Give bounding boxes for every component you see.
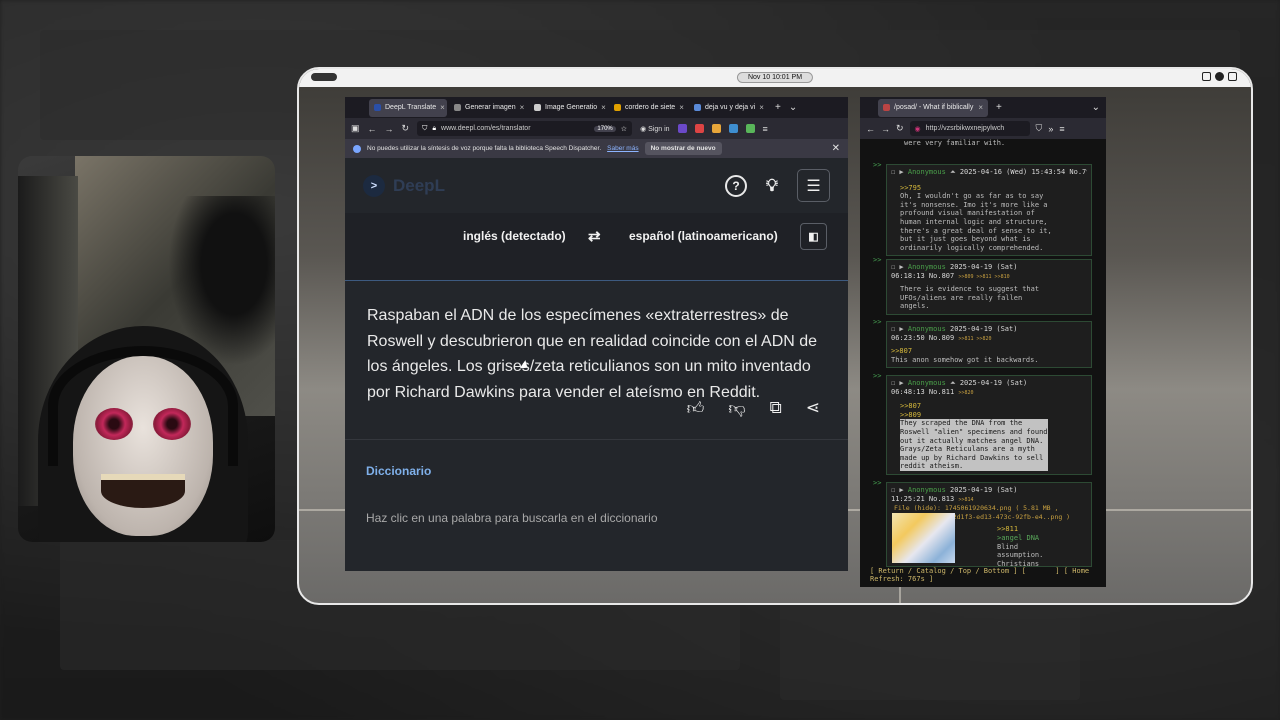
- onion-icon[interactable]: ◉: [915, 125, 921, 133]
- tab-generar-imagen[interactable]: Generar imagen ×: [449, 99, 527, 117]
- overflow-icon[interactable]: »: [1048, 124, 1053, 134]
- deepl-logo[interactable]: > DeepL: [363, 174, 445, 197]
- close-tab-icon[interactable]: ×: [978, 103, 983, 112]
- reload-icon[interactable]: ↻: [896, 123, 904, 134]
- url-bar[interactable]: ⛉ 🔒︎ www.deepl.com/es/translator 170% ☆: [417, 121, 633, 136]
- copy-icon[interactable]: ⧉: [770, 398, 782, 419]
- bookmark-star-icon[interactable]: ☆: [621, 125, 627, 133]
- deepl-header: > DeepL ? 💡︎ ☰: [345, 158, 848, 213]
- zoom-level[interactable]: 170%: [594, 125, 616, 132]
- thread-view: were very familiar with. >> ☐ ▶ Anonymou…: [860, 139, 1106, 587]
- close-icon[interactable]: ✕: [832, 143, 840, 154]
- browser-window-deepl: DeepL Translate × Generar imagen × Image G…: [345, 97, 848, 571]
- extension-icon[interactable]: [711, 124, 721, 133]
- browser-window-imageboard: /posad/ - What if biblically × + ⌄ ← → ↻ …: [860, 97, 1106, 587]
- favicon-icon: [883, 104, 890, 111]
- desktop-window: Nov 10 10:01 PM DeepL Translate × Generar…: [297, 67, 1253, 605]
- lightbulb-icon[interactable]: 💡︎: [761, 175, 783, 197]
- favicon-icon: [454, 104, 461, 111]
- sign-in-button[interactable]: ◉ Sign in: [640, 125, 669, 133]
- system-tray[interactable]: [1202, 72, 1237, 81]
- forward-icon[interactable]: →: [881, 124, 890, 134]
- deepl-page: > DeepL ? 💡︎ ☰ inglés (detectado) ⇄ espa…: [345, 158, 848, 571]
- shield-icon[interactable]: ⛉: [1036, 123, 1043, 134]
- nav-bar: ▣ ← → ↻ ⛉ 🔒︎ www.deepl.com/es/translator…: [345, 118, 848, 139]
- favicon-icon: [534, 104, 541, 111]
- source-text-area[interactable]: [345, 259, 848, 281]
- background-window: [780, 600, 1080, 700]
- tab-list-chevron-icon[interactable]: ⌄: [1092, 102, 1100, 113]
- extension-icon[interactable]: [677, 124, 687, 133]
- headset: [48, 346, 238, 466]
- favicon-icon: [614, 104, 621, 111]
- target-language-selector[interactable]: español (latinoamericano): [629, 229, 778, 243]
- notification-bar: No puedes utilizar la síntesis de voz po…: [345, 139, 848, 158]
- extension-icon[interactable]: [745, 124, 755, 133]
- hamburger-menu-button[interactable]: ☰: [797, 169, 830, 202]
- tab-image-generation[interactable]: Image Generatio ×: [529, 99, 607, 117]
- screen-icon[interactable]: [1202, 72, 1211, 81]
- translation-output[interactable]: Raspaban el ADN de los especímenes «extr…: [345, 281, 848, 485]
- menu-icon[interactable]: ≡: [1059, 124, 1064, 134]
- nav-bar: ← → ↻ ◉ http://vzsrbikwxnejpylwch ⛉ » ≡: [860, 118, 1106, 139]
- source-language-selector[interactable]: inglés (detectado): [463, 229, 566, 243]
- sidebar-icon[interactable]: ▣: [351, 123, 360, 134]
- extension-icon[interactable]: [728, 124, 738, 133]
- network-icon[interactable]: [1215, 72, 1224, 81]
- reload-icon[interactable]: ↻: [402, 123, 410, 134]
- deepl-logo-icon: >: [363, 174, 385, 197]
- shield-icon[interactable]: ⛉: [422, 125, 427, 133]
- lock-icon[interactable]: 🔒︎: [432, 125, 436, 133]
- thumbs-up-icon[interactable]: 👍︎: [687, 398, 705, 419]
- power-icon[interactable]: [1228, 72, 1237, 81]
- toggle-panel-button[interactable]: ◧: [800, 222, 827, 250]
- top-bar: Nov 10 10:01 PM: [299, 69, 1251, 87]
- share-icon[interactable]: ⋖: [806, 398, 820, 419]
- favicon-icon: [694, 104, 701, 111]
- help-icon[interactable]: ?: [725, 174, 747, 197]
- post: ☐ ▶ Anonymous 2025-04-19 (Sat) 06:18:13 …: [886, 259, 1092, 315]
- new-tab-icon[interactable]: +: [996, 102, 1002, 113]
- info-icon: [353, 144, 361, 153]
- dont-show-again-button[interactable]: No mostrar de nuevo: [644, 142, 722, 155]
- tab-bar: /posad/ - What if biblically × + ⌄: [860, 97, 1106, 118]
- tab-deepl[interactable]: DeepL Translate ×: [369, 98, 447, 117]
- post: ☐ ▶ Anonymous 2025-04-19 (Sat) 06:23:50 …: [886, 321, 1092, 369]
- deepl-favicon-icon: [374, 104, 381, 111]
- back-icon[interactable]: ←: [368, 124, 377, 134]
- extension-icon[interactable]: [694, 124, 704, 133]
- webcam-feed: [18, 156, 275, 542]
- thumbs-down-icon[interactable]: 👎︎: [728, 398, 745, 419]
- back-icon[interactable]: ←: [866, 124, 875, 134]
- learn-more-link[interactable]: Saber más: [607, 145, 638, 152]
- selected-text[interactable]: They scraped the DNA from the Roswell "a…: [900, 419, 1048, 471]
- close-tab-icon[interactable]: ×: [520, 103, 525, 112]
- tab-list-chevron-icon[interactable]: ⌄: [789, 102, 797, 113]
- swap-languages-icon[interactable]: ⇄: [588, 227, 601, 245]
- url-bar[interactable]: ◉ http://vzsrbikwxnejpylwch: [909, 121, 1030, 136]
- post: ☐ ▶ Anonymous ⏶ 2025-04-19 (Sat) 06:48:1…: [886, 375, 1092, 475]
- clock[interactable]: Nov 10 10:01 PM: [736, 72, 814, 83]
- new-tab-icon[interactable]: +: [775, 102, 781, 113]
- tab-posad[interactable]: /posad/ - What if biblically ×: [878, 98, 988, 117]
- dictionary-title: Diccionario: [366, 464, 432, 478]
- forward-icon[interactable]: →: [385, 124, 394, 134]
- tab-deja-vu[interactable]: deja vu y deja vi ×: [689, 99, 767, 117]
- activities-button[interactable]: [311, 73, 337, 81]
- dictionary-hint: Haz clic en una palabra para buscarla en…: [366, 511, 658, 525]
- post: ☐ ▶ Anonymous ⏶ 2025-04-16 (Wed) 15:43:5…: [886, 164, 1092, 257]
- language-bar: inglés (detectado) ⇄ español (latinoamer…: [345, 213, 848, 259]
- post-image-thumbnail[interactable]: [892, 513, 955, 563]
- tab-bar: DeepL Translate × Generar imagen × Image G…: [345, 97, 848, 118]
- translation-actions: 👍︎ 👎︎ ⧉ ⋖: [687, 398, 820, 419]
- close-tab-icon[interactable]: ×: [440, 103, 445, 112]
- thread-footer-nav: [ Return / Catalog / Top / Bottom ] [ ] …: [870, 567, 1090, 583]
- tab-cordero[interactable]: cordero de siete ×: [609, 99, 687, 117]
- close-tab-icon[interactable]: ×: [759, 103, 764, 112]
- close-tab-icon[interactable]: ×: [679, 103, 684, 112]
- menu-icon[interactable]: ≡: [763, 124, 768, 134]
- close-tab-icon[interactable]: ×: [601, 103, 606, 112]
